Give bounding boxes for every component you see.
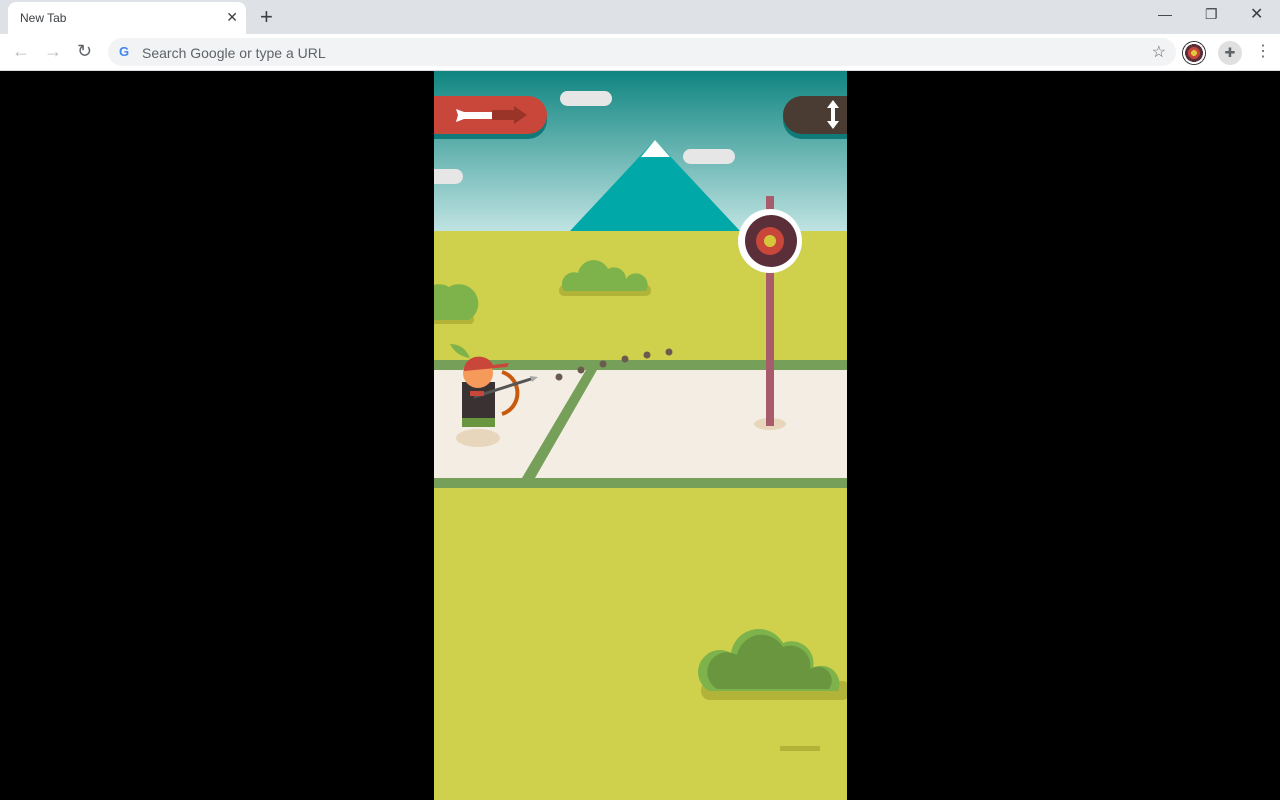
trajectory-dot	[599, 360, 607, 368]
game-canvas[interactable]	[434, 71, 847, 800]
browser-toolbar: ← → ↻ G Search Google or type a URL ☆ ✚ …	[0, 34, 1280, 71]
minimize-icon[interactable]: —	[1158, 6, 1172, 22]
target	[738, 209, 802, 273]
trajectory-dot	[621, 355, 629, 363]
range-line-bottom	[434, 478, 847, 488]
grass	[434, 231, 847, 800]
archery-extension-icon[interactable]	[1182, 41, 1206, 65]
menu-icon[interactable]: ⋮	[1255, 41, 1271, 61]
restore-icon[interactable]: ❐	[1205, 6, 1218, 23]
trajectory-dot	[665, 348, 673, 356]
plus-icon[interactable]: +	[260, 4, 273, 30]
reload-icon[interactable]: ↻	[77, 41, 92, 62]
omnibox-input[interactable]: Search Google or type a URL	[142, 45, 326, 61]
tab-strip: New Tab ✕ + — ❐ ✕	[0, 0, 1280, 34]
omnibox[interactable]: G Search Google or type a URL ☆	[108, 38, 1176, 66]
close-window-icon[interactable]: ✕	[1250, 4, 1263, 24]
puzzle-icon[interactable]: ✚	[1218, 41, 1242, 65]
aim-button[interactable]	[783, 96, 847, 139]
bush	[434, 284, 479, 324]
tab-title: New Tab	[20, 11, 67, 25]
back-icon[interactable]: ←	[12, 41, 30, 62]
forward-icon[interactable]: →	[44, 41, 62, 62]
cloud	[560, 91, 612, 106]
cloud	[434, 169, 463, 184]
google-icon: G	[119, 44, 130, 59]
tab-new-tab[interactable]: New Tab ✕	[8, 2, 246, 34]
shoot-button[interactable]	[434, 96, 547, 139]
trajectory-dot	[555, 373, 563, 381]
cloud	[683, 149, 735, 164]
grass-mark	[780, 746, 820, 751]
trajectory-dot	[577, 366, 585, 374]
close-icon[interactable]: ✕	[226, 9, 238, 26]
star-icon[interactable]: ☆	[1152, 42, 1166, 62]
trajectory-dot	[643, 351, 651, 359]
